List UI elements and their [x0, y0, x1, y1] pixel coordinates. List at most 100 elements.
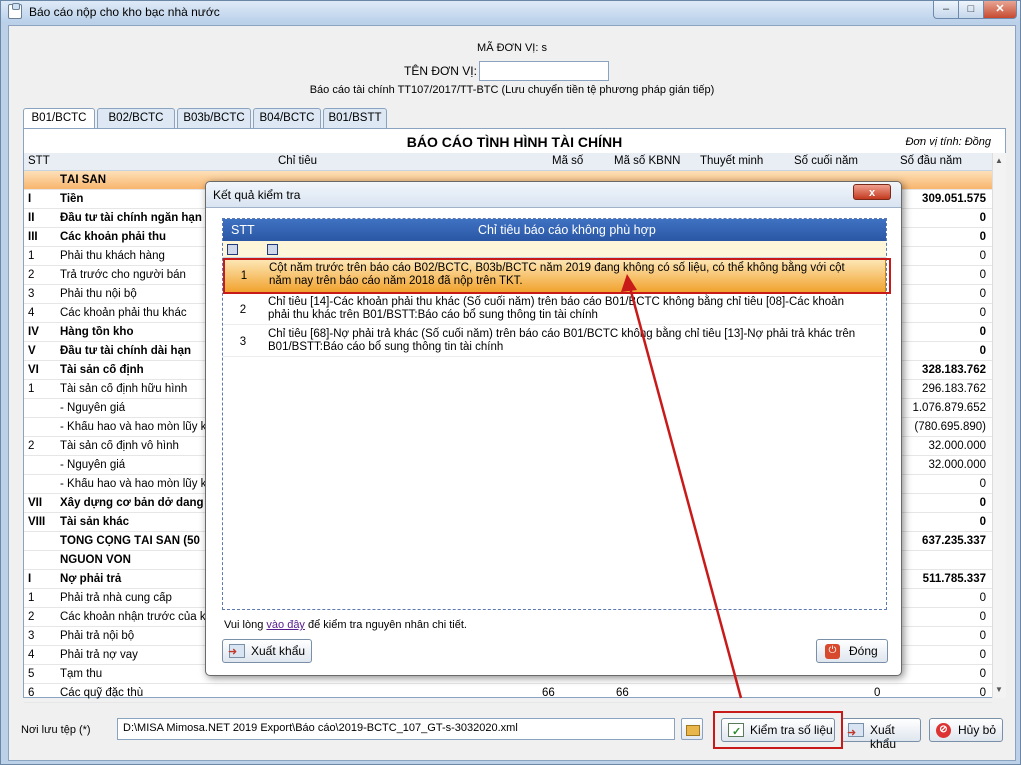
close-window-button[interactable]: ✕ [983, 1, 1017, 19]
row-so-dau-nam: 637.235.337 [922, 535, 986, 547]
col-ma-so-kbnn[interactable]: Mã số KBNN [614, 155, 680, 167]
save-path-label: Nơi lưu tệp (*) [21, 724, 91, 736]
row-chi-tieu: Trả trước cho người bán [60, 269, 186, 281]
row-chi-tieu: Hàng tồn kho [60, 326, 134, 338]
row-stt: 5 [28, 668, 35, 680]
dialog-export-button[interactable]: ➜ Xuất khẩu [222, 639, 312, 663]
col-chi-tieu[interactable]: Chỉ tiêu [278, 155, 317, 167]
row-so-dau-nam: (780.695.890) [914, 421, 986, 433]
row-stt: V [28, 345, 36, 357]
save-path-field[interactable]: D:\MISA Mimosa.NET 2019 Export\Báo cáo\2… [117, 718, 675, 740]
cancel-icon: ⊘ [936, 723, 951, 738]
row-so-dau-nam: 0 [979, 231, 986, 243]
detail-link[interactable]: vào đây [266, 619, 305, 631]
row-so-dau-nam: 0 [979, 630, 986, 642]
row-chi-tieu: Tài sản cố định vô hình [60, 440, 179, 452]
vertical-scrollbar[interactable]: ▲ ▼ [992, 153, 1006, 698]
row-chi-tieu: Phải trả nội bộ [60, 630, 135, 642]
row-stt: 3 [28, 630, 35, 642]
col-stt[interactable]: STT [28, 155, 50, 167]
issue-row[interactable]: 2 Chỉ tiêu [14]-Các khoản phải thu khác … [223, 294, 886, 325]
row-chi-tieu: Tài sản cố định [60, 364, 144, 376]
dialog-title: Kết quả kiểm tra [213, 188, 301, 202]
row-chi-tieu: Phải trả nhà cung cấp [60, 592, 172, 604]
tab-b01-bstt[interactable]: B01/BSTT [323, 108, 387, 128]
issues-col-stt[interactable]: STT [231, 223, 255, 237]
row-ma-so: 66 [542, 687, 555, 699]
scroll-down-icon[interactable]: ▼ [995, 685, 1003, 694]
row-chi-tieu: Tiền [60, 193, 84, 205]
export-button[interactable]: ➜ Xuất khẩu [841, 718, 921, 751]
row-chi-tieu: Tài sản cố định hữu hình [60, 383, 188, 395]
tab-b01-bctc[interactable]: B01/BCTC [23, 108, 95, 129]
row-stt: 4 [28, 307, 35, 319]
row-chi-tieu: Xây dựng cơ bản dở dang [60, 497, 204, 509]
row-stt: 1 [28, 250, 35, 262]
issues-col-desc[interactable]: Chỉ tiêu báo cáo không phù hợp [478, 223, 656, 237]
row-stt: IV [28, 326, 39, 338]
row-so-dau-nam: 0 [979, 288, 986, 300]
row-so-cuoi-nam: 0 [874, 687, 881, 699]
row-so-dau-nam: 511.785.337 [922, 573, 986, 585]
row-so-dau-nam: 0 [979, 611, 986, 623]
main-window: Báo cáo nộp cho kho bạc nhà nước – □ ✕ M… [0, 0, 1021, 765]
dialog-close-button[interactable]: ⏻ Đóng [816, 639, 888, 663]
unit-code: MÃ ĐƠN VỊ: s [477, 42, 547, 54]
maximize-button[interactable]: □ [958, 1, 984, 19]
dialog-title-bar: Kết quả kiểm tra x [206, 182, 901, 208]
row-chi-tieu: Tài sản khác [60, 516, 130, 528]
scroll-up-icon[interactable]: ▲ [995, 156, 1003, 165]
col-ma-so[interactable]: Mã số [552, 155, 583, 167]
issue-row[interactable]: 3 Chỉ tiêu [68]-Nợ phải trả khác (Số cuố… [223, 326, 886, 357]
cancel-button[interactable]: ⊘ Hủy bỏ [929, 718, 1003, 742]
unit-name-field[interactable] [479, 61, 609, 81]
row-stt: VII [28, 497, 43, 509]
col-so-cuoi-nam[interactable]: Số cuối năm [794, 155, 858, 167]
col-so-dau-nam[interactable]: Số đầu năm [900, 155, 962, 167]
row-chi-tieu: Phải thu nội bộ [60, 288, 137, 300]
col-thuyet-minh[interactable]: Thuyết minh [700, 155, 763, 167]
row-so-dau-nam: 0 [979, 668, 986, 680]
row-chi-tieu: - Nguyên giá [60, 402, 126, 414]
row-chi-tieu: NGUỒN VỐN [60, 554, 131, 566]
minimize-button[interactable]: – [933, 1, 959, 19]
row-stt: 6 [28, 687, 35, 699]
row-so-dau-nam: 328.183.762 [922, 364, 986, 376]
row-so-dau-nam: 1.076.879.652 [912, 402, 986, 414]
issue-stt: 3 [239, 336, 247, 348]
tab-b03b-bctc[interactable]: B03b/BCTC [177, 108, 251, 128]
row-so-dau-nam: 32.000.000 [928, 459, 986, 471]
row-stt: II [28, 212, 35, 224]
row-so-dau-nam: 0 [979, 516, 986, 528]
issue-text: Chỉ tiêu [68]-Nợ phải trả khác (Số cuối … [268, 328, 856, 353]
cancel-label: Hủy bỏ [958, 723, 997, 737]
row-chi-tieu: Tạm thu [60, 668, 103, 680]
tab-b02-bctc[interactable]: B02/BCTC [97, 108, 175, 128]
filter-stt-checkbox[interactable] [227, 244, 238, 255]
tab-b04-bctc[interactable]: B04/BCTC [253, 108, 321, 128]
row-chi-tieu: Đầu tư tài chính ngắn hạn [60, 212, 202, 224]
row-chi-tieu: Các khoản phải thu khác [60, 307, 187, 319]
row-stt: 2 [28, 611, 35, 623]
browse-folder-button[interactable] [681, 718, 703, 740]
report-unit: Đơn vị tính: Đồng [905, 136, 991, 148]
table-row[interactable]: 6 Các quỹ đặc thù 66 66 0 0 [24, 684, 992, 703]
issue-text: Chỉ tiêu [14]-Các khoản phải thu khác (S… [268, 296, 844, 321]
row-so-dau-nam: 309.051.575 [922, 193, 986, 205]
row-stt: 3 [28, 288, 35, 300]
dialog-export-label: Xuất khẩu [251, 644, 306, 658]
row-chi-tieu: - Nguyên giá [60, 459, 126, 471]
unit-name-label: TÊN ĐƠN VỊ: [404, 64, 477, 78]
window-title: Báo cáo nộp cho kho bạc nhà nước [29, 5, 220, 19]
row-chi-tieu: Các khoản nhận trước của khá [60, 611, 210, 623]
row-chi-tieu: Nợ phải trả [60, 573, 122, 585]
row-stt: 4 [28, 649, 35, 661]
row-chi-tieu: Phải trả nợ vay [60, 649, 138, 661]
row-chi-tieu: TÀI SẢN [60, 174, 106, 186]
row-so-dau-nam: 0 [979, 250, 986, 262]
export-icon: ➜ [228, 644, 245, 658]
dialog-close-x-button[interactable]: x [853, 184, 891, 200]
filter-desc-checkbox[interactable] [267, 244, 278, 255]
row-chi-tieu: TỔNG CỘNG TÀI SẢN (50 [60, 535, 200, 547]
highlight-first-issue [223, 258, 891, 294]
